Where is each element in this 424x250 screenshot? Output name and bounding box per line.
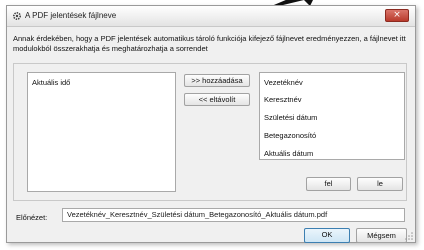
close-icon: × <box>393 10 401 20</box>
move-down-button[interactable]: le <box>357 177 403 191</box>
list-item[interactable]: Születési dátum <box>264 113 317 122</box>
list-item[interactable]: Aktuális idő <box>32 78 70 87</box>
selected-modules-list[interactable]: Vezetéknév Keresztnév Születési dátum Be… <box>259 72 405 160</box>
move-up-button[interactable]: fel <box>306 177 351 191</box>
close-button[interactable]: × <box>385 9 409 22</box>
list-item[interactable]: Vezetéknév <box>264 78 303 87</box>
module-group: Aktuális idő >> hozzáadása << eltávolít … <box>13 63 407 201</box>
dialog-title: A PDF jelentések fájlneve <box>25 11 117 20</box>
available-modules-list[interactable]: Aktuális idő <box>27 72 176 192</box>
ok-button[interactable]: OK <box>304 228 350 243</box>
pdf-filename-dialog: A PDF jelentések fájlneve × Annak érdeké… <box>6 5 416 243</box>
title-bar[interactable]: A PDF jelentések fájlneve × <box>7 6 415 27</box>
remove-button[interactable]: << eltávolít <box>184 93 250 106</box>
list-item[interactable]: Aktuális dátum <box>264 149 313 158</box>
resize-grip-icon[interactable] <box>405 232 413 240</box>
list-item[interactable]: Betegazonosító <box>264 131 316 140</box>
cancel-button[interactable]: Mégsem <box>356 228 407 243</box>
preview-field[interactable]: Vezetéknév_Keresztnév_Születési dátum_Be… <box>62 208 405 222</box>
add-button[interactable]: >> hozzáadása <box>184 74 250 87</box>
preview-label: Előnézet: <box>16 213 48 222</box>
description-text: Annak érdekében, hogy a PDF jelentések a… <box>13 34 406 53</box>
gear-icon <box>12 11 22 21</box>
list-item[interactable]: Keresztnév <box>264 95 302 104</box>
